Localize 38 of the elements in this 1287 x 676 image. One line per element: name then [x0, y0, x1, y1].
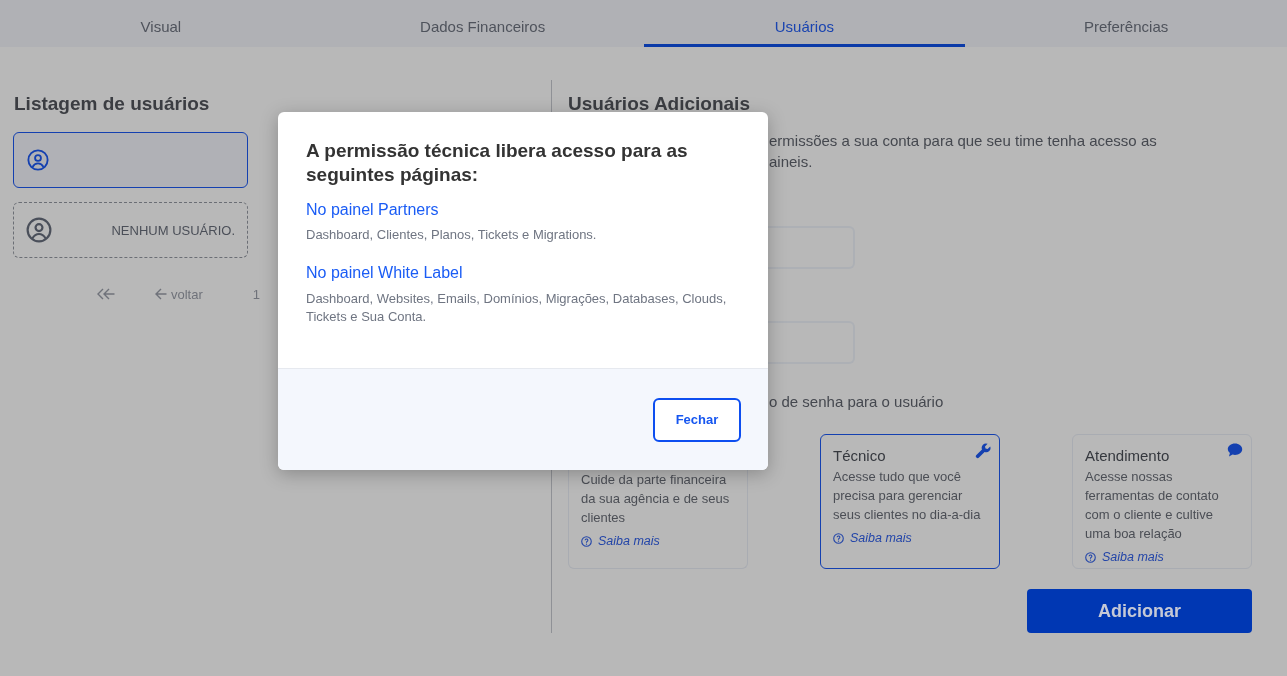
role-card[interactable]: Atendimento Acesse nossas ferramentas de contato com o cliente e cultive uma boa relação Saiba mais — [1072, 434, 1252, 569]
help-circle-icon — [833, 532, 844, 544]
section-title: Listagem de usuários — [14, 92, 210, 116]
role-description: Cuide da parte financeira da sua agência e de seus clientes — [581, 471, 731, 527]
chat-bubble-icon — [1227, 443, 1243, 457]
option-label: o de senha para o usuário — [769, 391, 944, 412]
tab[interactable]: Dados Financeiros — [321, 0, 644, 47]
page-list-text: Dashboard, Clientes, Planos, Tickets e Migrations. — [306, 226, 598, 244]
page-number[interactable]: 1 — [252, 286, 261, 302]
description-text: ermissões a sua conta para que seu time tenha acesso as aineis. — [769, 130, 1157, 172]
empty-state-text: NENHUM USUÁRIO. — [111, 222, 235, 238]
panel-heading: No painel Partners — [306, 200, 439, 220]
modal-title: A permissão técnica libera acesso para as seguintes páginas: — [306, 139, 689, 187]
tab[interactable]: Preferências — [965, 0, 1287, 47]
learn-more-link[interactable]: Saiba mais — [1085, 548, 1164, 566]
user-card[interactable]: NENHUM USUÁRIO. — [13, 202, 248, 258]
role-description: Acesse tudo que você precisa para gerenciar seus clientes no dia-a-dia — [833, 468, 982, 524]
help-circle-icon — [581, 535, 592, 547]
wrench-icon — [975, 443, 991, 459]
role-description: Acesse nossas ferramentas de contato com o cliente e cultive uma boa relação — [1085, 468, 1220, 543]
page-list-text: Dashboard, Websites, Emails, Domínios, Migrações, Databases, Clouds, Tickets e Sua Conta. — [306, 290, 728, 326]
section-title: Usuários Adicionais — [568, 92, 750, 116]
close-button[interactable]: Fechar — [653, 397, 741, 442]
role-title: Técnico — [833, 446, 886, 466]
learn-more-link[interactable]: Saiba mais — [833, 529, 912, 547]
arrow-left-icon — [155, 288, 167, 300]
panel-heading: No painel White Label — [306, 263, 463, 283]
user-card[interactable] — [13, 132, 248, 188]
add-button[interactable]: Adicionar — [1027, 589, 1252, 633]
role-card[interactable]: Técnico Acesse tudo que você precisa para gerenciar seus clientes no dia-a-dia Saiba mais — [820, 434, 1000, 569]
tab[interactable]: Usuários — [643, 0, 966, 47]
help-circle-icon — [1085, 551, 1096, 563]
user-icon — [26, 217, 52, 243]
role-title: Atendimento — [1085, 446, 1170, 466]
double-arrow-left-icon — [97, 288, 115, 300]
user-icon — [27, 149, 49, 171]
tab[interactable]: Visual — [0, 0, 322, 47]
learn-more-link[interactable]: Saiba mais — [581, 532, 660, 550]
